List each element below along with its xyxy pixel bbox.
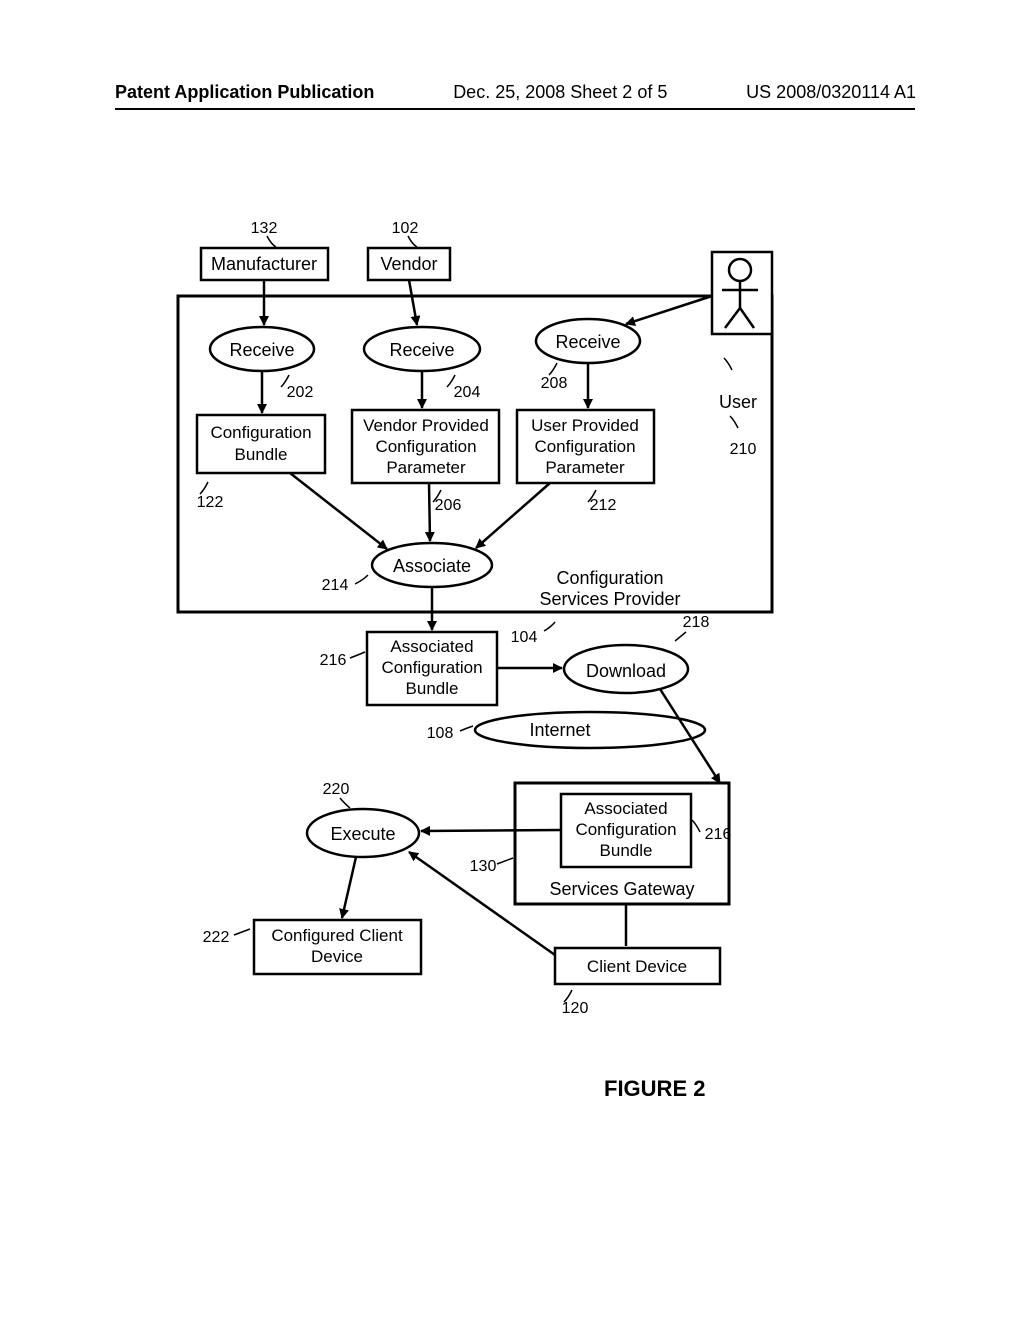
receive3-text: Receive <box>555 332 620 352</box>
download-text: Download <box>586 661 666 681</box>
csp-line2: Services Provider <box>539 589 680 609</box>
assoc-bundle-line3: Bundle <box>406 679 459 698</box>
gateway-label: Services Gateway <box>549 879 694 899</box>
ref-120: 120 <box>562 1000 589 1017</box>
ref-216a-leader <box>350 652 365 658</box>
figure-caption: FIGURE 2 <box>604 1076 705 1102</box>
ref-216b: 216 <box>705 826 732 843</box>
user-leader <box>724 358 732 370</box>
ref-104-leader <box>544 622 555 631</box>
arrow-vp-assoc <box>429 483 430 541</box>
ref-122: 122 <box>197 494 224 511</box>
ref-130: 130 <box>470 858 497 875</box>
csp-line1: Configuration <box>556 568 663 588</box>
receive2-text: Receive <box>389 340 454 360</box>
user-param-line2: Configuration <box>534 437 635 456</box>
manufacturer-text: Manufacturer <box>211 254 317 274</box>
user-param-line1: User Provided <box>531 416 639 435</box>
receive1-text: Receive <box>229 340 294 360</box>
ref-132-leader <box>267 236 276 247</box>
ref-208-leader <box>549 363 557 375</box>
arrow-acb2-execute <box>421 830 561 831</box>
vendor-param-line2: Configuration <box>375 437 476 456</box>
ref-204: 204 <box>454 384 481 401</box>
configured-client-line2: Device <box>311 947 363 966</box>
arrow-vendor-receive2 <box>409 280 417 325</box>
vendor-param-line1: Vendor Provided <box>363 416 489 435</box>
configured-client-line1: Configured Client <box>271 926 403 945</box>
ref-108-leader <box>460 726 473 731</box>
ref-132: 132 <box>251 220 278 237</box>
ref-218-leader <box>675 632 686 641</box>
ref-122-leader <box>200 482 208 494</box>
ref-210-leader <box>730 416 738 428</box>
ref-220: 220 <box>323 781 350 798</box>
ref-108: 108 <box>427 725 454 742</box>
ref-130-leader <box>497 858 513 864</box>
ref-216b-leader <box>692 820 700 832</box>
vendor-text: Vendor <box>380 254 437 274</box>
user-label: User <box>719 392 757 412</box>
client-device-text: Client Device <box>587 957 687 976</box>
ref-210: 210 <box>730 441 757 458</box>
ref-212: 212 <box>590 497 617 514</box>
assoc-bundle2-line3: Bundle <box>600 841 653 860</box>
vendor-param-line3: Parameter <box>386 458 466 477</box>
arrow-execute-configured <box>342 857 356 918</box>
ref-222-leader <box>234 929 250 935</box>
execute-text: Execute <box>330 824 395 844</box>
internet-text: Internet <box>529 720 590 740</box>
ref-216a: 216 <box>320 652 347 669</box>
ref-206: 206 <box>435 497 462 514</box>
ref-104: 104 <box>511 629 538 646</box>
ref-102-leader <box>408 236 417 247</box>
diagram-svg: Manufacturer 132 Vendor 102 User 210 Rec… <box>0 0 1024 1320</box>
ref-102: 102 <box>392 220 419 237</box>
config-bundle-line2: Bundle <box>235 445 288 464</box>
config-bundle-line1: Configuration <box>210 423 311 442</box>
ref-222: 222 <box>203 929 230 946</box>
ref-220-leader <box>340 798 350 808</box>
ref-202: 202 <box>287 384 314 401</box>
user-param-line3: Parameter <box>545 458 625 477</box>
ref-214: 214 <box>322 577 349 594</box>
arrow-user-receive3 <box>626 296 712 324</box>
assoc-bundle2-line2: Configuration <box>575 820 676 839</box>
assoc-bundle-line1: Associated <box>390 637 473 656</box>
arrow-up-assoc <box>476 483 550 548</box>
user-box <box>712 252 772 334</box>
ref-218: 218 <box>683 614 710 631</box>
ref-208: 208 <box>541 375 568 392</box>
ref-214-leader <box>355 575 368 584</box>
page: Patent Application Publication Dec. 25, … <box>0 0 1024 1320</box>
assoc-bundle2-line1: Associated <box>584 799 667 818</box>
arrow-cb-assoc <box>290 473 387 549</box>
associate-text: Associate <box>393 556 471 576</box>
assoc-bundle-line2: Configuration <box>381 658 482 677</box>
